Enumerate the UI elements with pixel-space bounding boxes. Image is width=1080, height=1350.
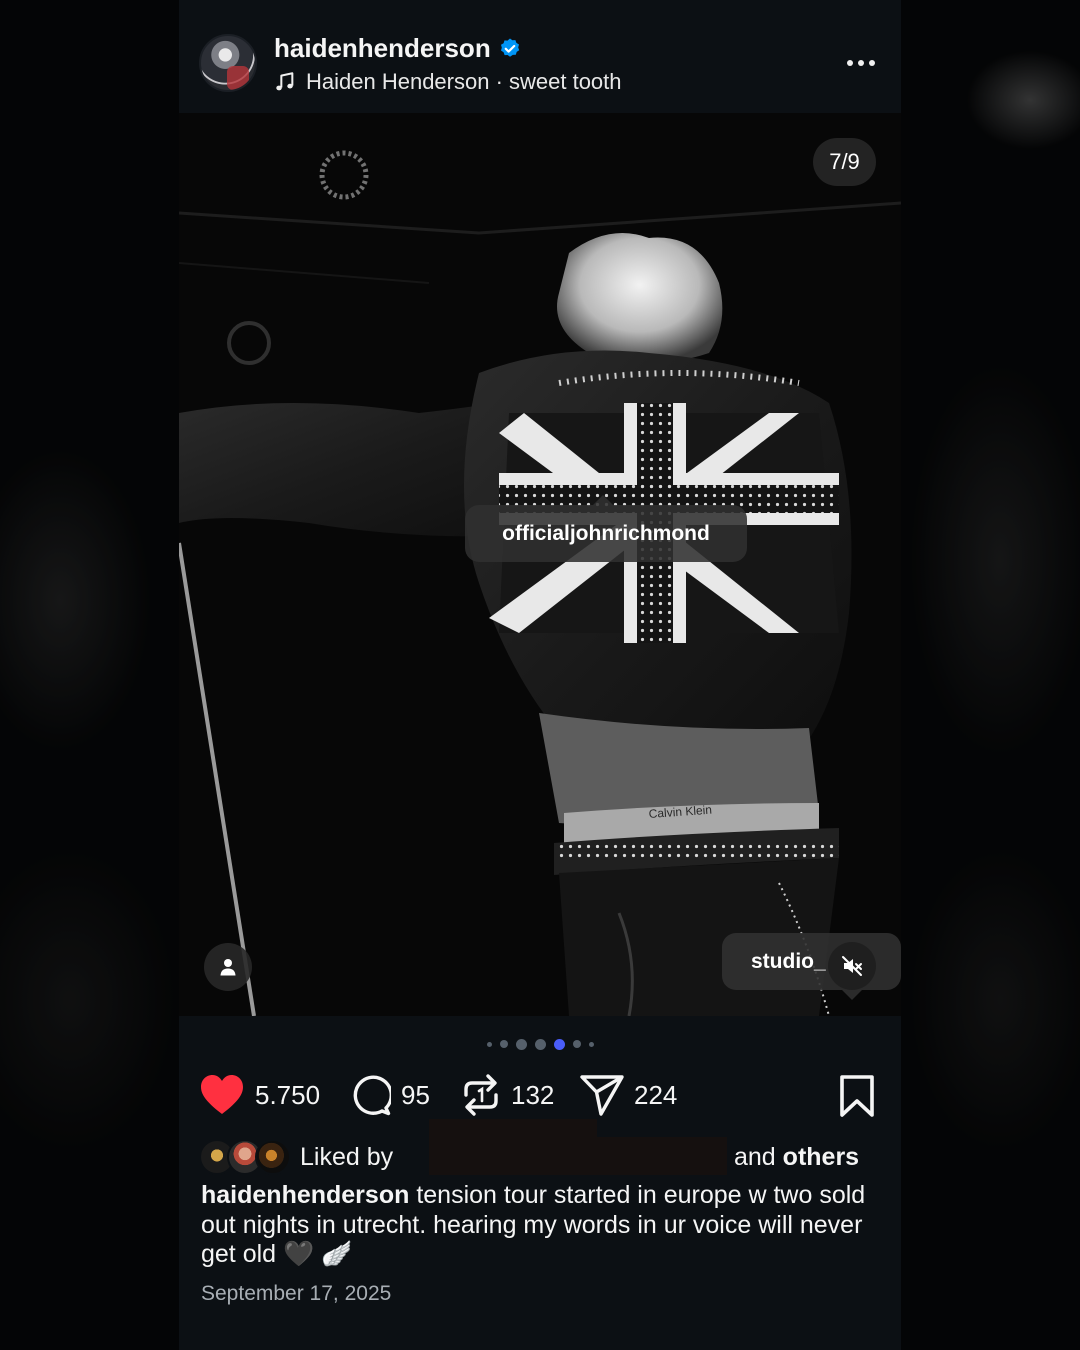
redacted-name-block — [429, 1119, 597, 1139]
repost-button[interactable]: 132 — [461, 1068, 554, 1122]
liker-avatar — [255, 1139, 291, 1175]
mute-button[interactable] — [828, 942, 876, 990]
user-tags-button[interactable] — [204, 943, 252, 991]
post-caption: haidenhenderson tension tour started in … — [201, 1181, 881, 1270]
user-tag-icon — [220, 959, 236, 976]
action-bar: 5.750 95 132 224 — [179, 1068, 901, 1124]
share-button[interactable]: 224 — [580, 1068, 677, 1122]
more-options-button[interactable] — [839, 50, 883, 76]
post-card: haidenhenderson Haiden Henderson · sweet… — [179, 0, 901, 1350]
carousel-dot — [534, 1038, 546, 1050]
music-attribution[interactable]: Haiden Henderson · sweet tooth — [274, 68, 622, 96]
redacted-name-block — [429, 1137, 727, 1175]
heart-icon — [201, 1075, 243, 1114]
share-count: 224 — [634, 1079, 678, 1110]
comment-count: 95 — [401, 1079, 430, 1110]
concert-photo-image: Calvin Klein — [179, 113, 901, 1016]
profile-avatar[interactable] — [199, 34, 257, 92]
liked-by-others[interactable]: and others — [734, 1143, 859, 1172]
post-photo[interactable]: Calvin Klein 7/9 officialjohnrichmond st… — [179, 113, 901, 1016]
carousel-dot — [515, 1038, 527, 1050]
verified-badge-icon — [501, 38, 520, 57]
carousel-dot — [572, 1040, 581, 1048]
like-count: 5.750 — [255, 1079, 321, 1110]
user-tag-label[interactable]: officialjohnrichmond — [465, 495, 747, 562]
carousel-dot — [486, 1041, 492, 1047]
post-date: September 17, 2025 — [201, 1282, 392, 1305]
post-header: haidenhenderson Haiden Henderson · sweet… — [179, 0, 901, 113]
carousel-dot — [588, 1041, 594, 1047]
muted-speaker-icon — [842, 956, 862, 976]
liked-by-label: Liked by — [300, 1143, 394, 1171]
more-options-icon — [847, 60, 853, 66]
like-button[interactable]: 5.750 — [199, 1068, 320, 1122]
repost-icon — [464, 1074, 498, 1116]
share-icon — [580, 1075, 624, 1116]
caption-username[interactable]: haidenhenderson — [201, 1181, 409, 1209]
music-note-icon — [276, 72, 294, 91]
comment-button[interactable]: 95 — [349, 1068, 430, 1122]
carousel-dot-active — [553, 1038, 565, 1050]
repost-count: 132 — [511, 1079, 555, 1110]
liked-by-row[interactable]: Liked by and others — [199, 1119, 879, 1177]
music-label: Haiden Henderson · sweet tooth — [306, 69, 622, 94]
carousel-indicator — [179, 1037, 901, 1051]
carousel-dot — [499, 1040, 508, 1048]
post-username[interactable]: haidenhenderson — [274, 33, 491, 64]
liked-by-avatars — [199, 1139, 295, 1175]
bookmark-icon[interactable] — [837, 1074, 877, 1118]
comment-icon — [353, 1075, 391, 1116]
image-counter: 7/9 — [813, 138, 876, 186]
